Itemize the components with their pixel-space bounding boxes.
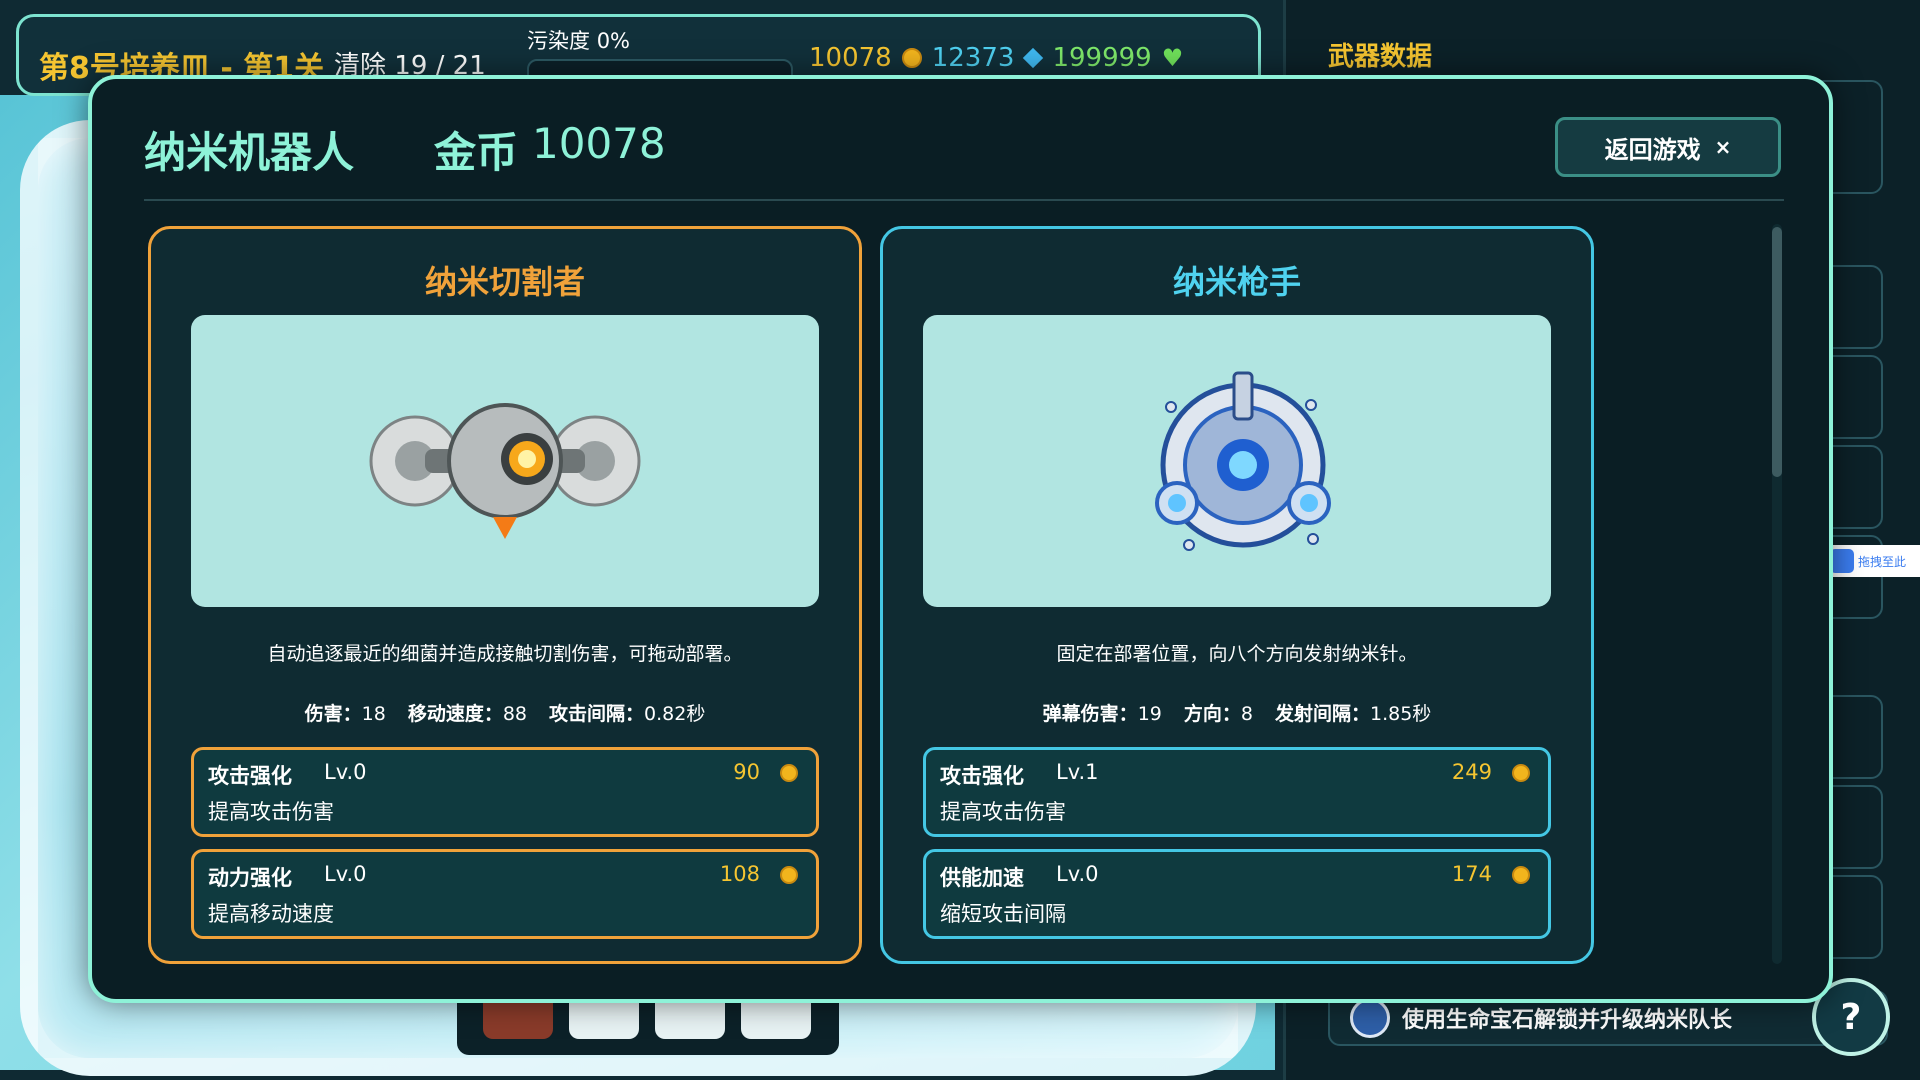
upgrade-cost: 90 [733,760,760,784]
stat-label: 发射间隔： [1274,703,1370,725]
stat-value: 18 [361,703,386,725]
stat: 发射间隔：1.85秒 [1275,699,1431,726]
stat: 攻击间隔：0.82秒 [549,699,705,726]
upgrade-desc: 提高攻击伤害 [940,800,1066,824]
stat: 方向：8 [1184,699,1253,726]
upgrade-level: Lv.0 [1056,862,1099,886]
upgrade-level: Lv.0 [324,760,367,784]
upgrade-desc: 缩短攻击间隔 [940,902,1066,926]
diamond-icon [1023,47,1044,69]
robot-stats: 弹幕伤害：19 方向：8 发射间隔：1.85秒 [883,699,1591,726]
unlock-hint-text: 使用生命宝石解锁并升级纳米队长 [1402,1008,1733,1033]
coin-icon [1512,764,1530,782]
upgrade-level: Lv.0 [324,862,367,886]
stat-value: 88 [502,703,528,725]
upgrade-level: Lv.1 [1056,760,1099,784]
stat: 移动速度：88 [408,699,527,726]
stat-value: 8 [1240,703,1253,725]
upgrade-power-button[interactable]: 动力强化 Lv.0 提高移动速度 108 [191,849,819,939]
modal-title: 纳米机器人 [144,128,355,177]
life-gem-count: 199999 [1052,43,1152,73]
pollution-value: 0% [596,29,631,53]
pollution-label: 污染度 [527,29,590,53]
stat-value: 0.82秒 [644,703,706,725]
modal-gold-label: 金币 [434,128,519,177]
stat: 伤害：18 [305,699,386,726]
upgrade-attack-button[interactable]: 攻击强化 Lv.0 提高攻击伤害 90 [191,747,819,837]
scrollbar-thumb[interactable] [1772,227,1782,477]
upgrade-name: 供能加速 [940,866,1024,890]
robot-stats: 伤害：18 移动速度：88 攻击间隔：0.82秒 [151,699,859,726]
currency-row: 10078 12373 199999 ♥ [809,43,1183,73]
upgrade-desc: 提高移动速度 [208,902,334,926]
captain-badge-icon [1350,998,1390,1038]
turret-robot-icon [1155,371,1331,551]
stat-label: 伤害： [304,703,362,725]
saw-robot-icon [369,403,641,539]
upgrade-cost: 108 [719,862,760,886]
cloud-icon [1830,549,1854,573]
upgrade-cost: 249 [1451,760,1492,784]
robot-image [923,315,1551,607]
nanobot-shop-modal: 纳米机器人 金币 10078 返回游戏 × 纳米切割者 自动追逐最近的细菌并造成… [88,75,1833,1003]
close-icon: × [1714,135,1732,159]
modal-divider [144,199,1784,201]
green-heart-icon: ♥ [1161,44,1184,72]
drag-label: 拖拽至此 [1858,554,1907,569]
robot-description: 固定在部署位置，向八个方向发射纳米针。 [1056,643,1418,665]
upgrade-name: 攻击强化 [940,764,1024,788]
stat: 弹幕伤害：19 [1043,699,1162,726]
upgrade-energy-button[interactable]: 供能加速 Lv.0 缩短攻击间隔 174 [923,849,1551,939]
coin-icon [780,764,798,782]
back-to-game-button[interactable]: 返回游戏 × [1555,117,1781,177]
game-scene: 第8号培养皿 - 第1关 清除 19 / 21 污染度 0% 10078 123… [0,0,1920,1080]
side-panel-title: 武器数据 [1328,42,1433,72]
robot-card-gunner: 纳米枪手 固定在部署位置，向八个方向发射纳米针。 弹幕伤害：19 方向：8 发射… [880,226,1594,964]
gold-count: 10078 [809,43,892,73]
stat-label: 移动速度： [407,703,503,725]
robot-description: 自动追逐最近的细菌并造成接触切割伤害，可拖动部署。 [267,643,743,665]
robot-image [191,315,819,607]
robot-name: 纳米切割者 [424,263,585,301]
modal-gold: 金币 10078 [434,119,666,180]
modal-gold-value: 10078 [532,119,666,168]
stat-label: 方向： [1183,703,1241,725]
robot-name: 纳米枪手 [1172,263,1301,301]
upgrade-desc: 提高攻击伤害 [208,800,334,824]
drag-drop-tag[interactable]: 拖拽至此 [1826,545,1920,577]
pollution-indicator: 污染度 0% [527,25,630,55]
coin-icon [780,866,798,884]
upgrade-name: 动力强化 [208,866,292,890]
diamond-count: 12373 [931,43,1015,73]
stat-label: 弹幕伤害： [1042,703,1138,725]
coin-icon [901,48,922,68]
deploy-tray [457,995,839,1055]
upgrade-attack-button[interactable]: 攻击强化 Lv.1 提高攻击伤害 249 [923,747,1551,837]
stat-value: 1.85秒 [1370,703,1432,725]
robot-card-cutter: 纳米切割者 自动追逐最近的细菌并造成接触切割伤害，可拖动部署。 伤害：18 移动… [148,226,862,964]
upgrade-name: 攻击强化 [208,764,292,788]
back-button-label: 返回游戏 [1604,135,1701,164]
stat-value: 19 [1137,703,1162,725]
coin-icon [1512,866,1530,884]
upgrade-cost: 174 [1451,862,1492,886]
stat-label: 攻击间隔： [549,703,645,725]
